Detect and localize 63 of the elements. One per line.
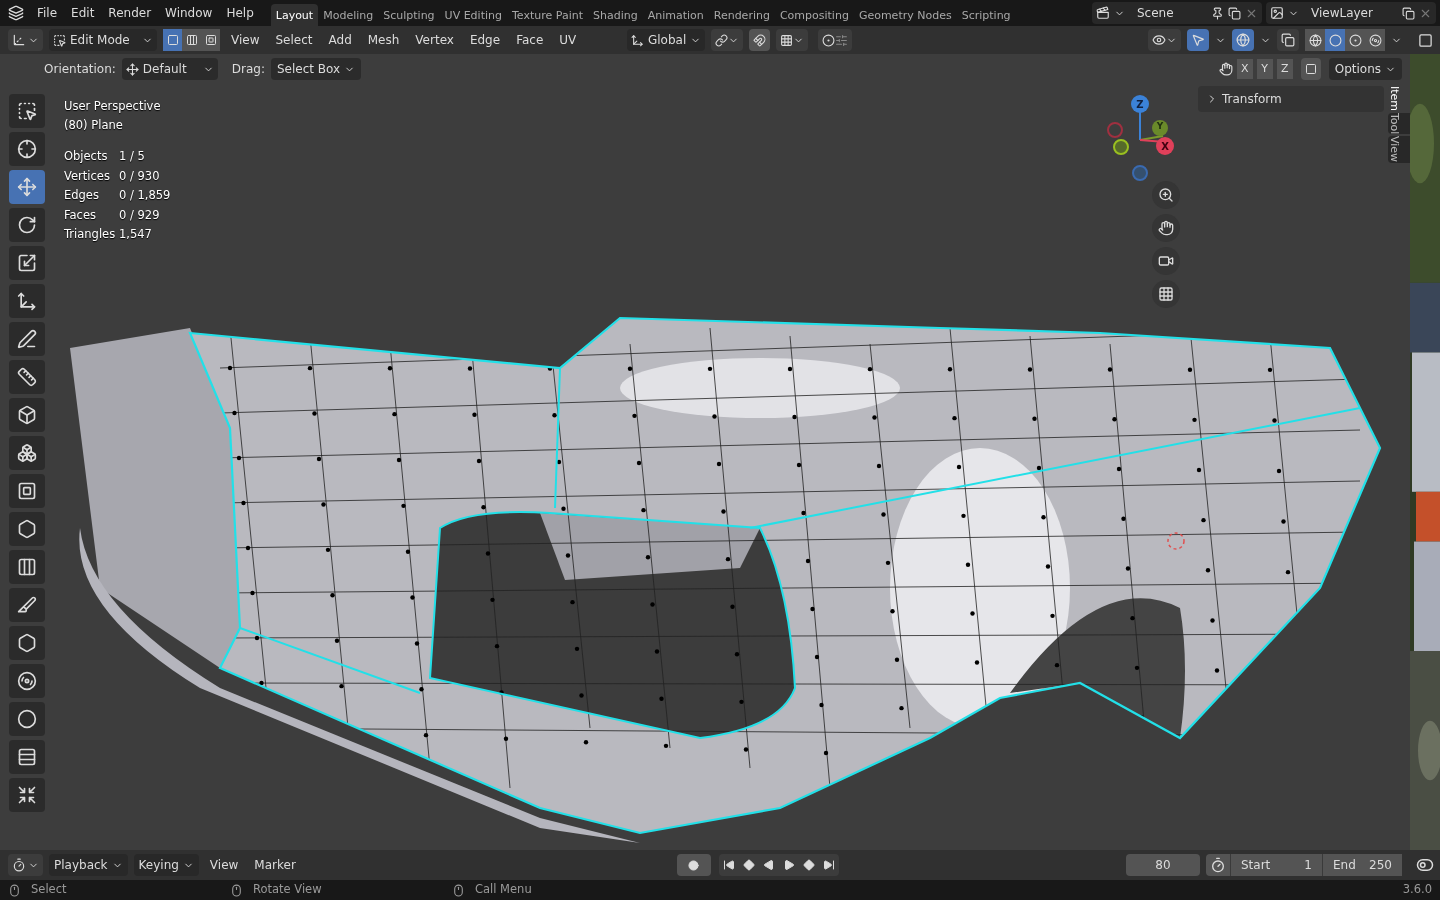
orientation-label: Orientation: bbox=[44, 61, 116, 78]
mode-dropdown[interactable]: Edit Mode bbox=[49, 29, 157, 51]
timeline-menu[interactable]: View bbox=[204, 856, 244, 874]
view-title: User Perspective bbox=[64, 98, 162, 115]
workspace-tab[interactable]: Sculpting bbox=[378, 4, 440, 26]
status-hint: Call Menu bbox=[475, 881, 532, 899]
stat-label: Edges bbox=[64, 187, 100, 204]
menu-item[interactable]: File bbox=[32, 4, 63, 22]
stat-label: Objects bbox=[64, 148, 109, 165]
workspace-tab[interactable]: Geometry Nodes bbox=[853, 4, 957, 26]
workspace-tab[interactable]: Rendering bbox=[708, 4, 775, 26]
z-axis-handle[interactable]: Z bbox=[1131, 95, 1149, 113]
stat-value: 1 / 5 bbox=[119, 148, 145, 165]
menu-item[interactable]: Window bbox=[160, 4, 218, 22]
scene-selector[interactable]: Scene bbox=[1092, 2, 1262, 24]
workspace-tab[interactable]: Texture Paint bbox=[507, 4, 588, 26]
status-hint: Select bbox=[31, 881, 67, 899]
orientation-dropdown[interactable]: Global bbox=[627, 29, 706, 51]
workspace-tab[interactable]: UV Editing bbox=[439, 4, 507, 26]
workspace-tab[interactable]: Animation bbox=[642, 4, 709, 26]
header-menu[interactable]: Mesh bbox=[362, 31, 405, 49]
current-frame-field[interactable]: 80 bbox=[1126, 854, 1200, 876]
axis-toggle[interactable]: Z bbox=[1276, 59, 1293, 79]
timeline-menu[interactable]: Marker bbox=[249, 856, 301, 874]
stat-label: Triangles bbox=[64, 226, 117, 243]
y-axis-handle[interactable]: Y bbox=[1152, 120, 1168, 136]
header-menu[interactable]: UV bbox=[554, 31, 582, 49]
orientation-default-dropdown[interactable]: Default bbox=[121, 58, 218, 80]
stat-value: 0 / 929 bbox=[119, 206, 160, 224]
stat-value: 0 / 1,859 bbox=[119, 187, 171, 204]
header-menu[interactable]: Face bbox=[511, 31, 549, 49]
header-menu[interactable]: Select bbox=[270, 31, 318, 49]
axis-toggle[interactable]: Y bbox=[1256, 59, 1273, 79]
header-menu[interactable]: View bbox=[226, 31, 265, 49]
sidebar-tab[interactable]: Tool bbox=[1388, 113, 1410, 135]
menu-item[interactable]: Edit bbox=[66, 4, 100, 22]
header-menu[interactable]: Edge bbox=[464, 31, 506, 49]
version-label: 3.6.0 bbox=[1402, 881, 1432, 899]
workspace-tab[interactable]: Modeling bbox=[318, 4, 379, 26]
workspace-tab[interactable]: Shading bbox=[587, 4, 643, 26]
workspace-tab[interactable]: Compositing bbox=[774, 4, 854, 26]
timeline-menu[interactable]: Keying bbox=[133, 854, 199, 876]
workspace-tab[interactable]: Layout bbox=[270, 4, 319, 26]
stat-label: Vertices bbox=[64, 167, 111, 185]
stat-value: 0 / 930 bbox=[119, 167, 160, 185]
axis-toggle[interactable]: X bbox=[1236, 59, 1253, 79]
end-frame-field[interactable]: End 250 bbox=[1322, 854, 1402, 876]
drag-label: Drag: bbox=[231, 61, 265, 78]
header-menu[interactable]: Add bbox=[323, 31, 357, 49]
stat-label: Faces bbox=[64, 206, 97, 224]
drag-dropdown[interactable]: Select Box bbox=[271, 58, 362, 80]
header-menu[interactable]: Vertex bbox=[410, 31, 459, 49]
menu-item[interactable]: Render bbox=[103, 4, 157, 22]
x-axis-handle[interactable]: X bbox=[1156, 137, 1174, 155]
menu-item[interactable]: Help bbox=[221, 4, 259, 22]
stat-value: 1,547 bbox=[119, 226, 152, 243]
status-hint: Rotate View bbox=[253, 881, 322, 899]
workspace-tab[interactable]: Scripting bbox=[956, 4, 1016, 26]
options-dropdown[interactable]: Options bbox=[1328, 58, 1402, 80]
sidebar-tab[interactable]: View bbox=[1388, 136, 1410, 163]
object-label: (80) Plane bbox=[64, 117, 124, 134]
view-layer-selector[interactable]: ViewLayer bbox=[1266, 2, 1436, 24]
timeline-menu[interactable]: Playback bbox=[49, 854, 128, 876]
